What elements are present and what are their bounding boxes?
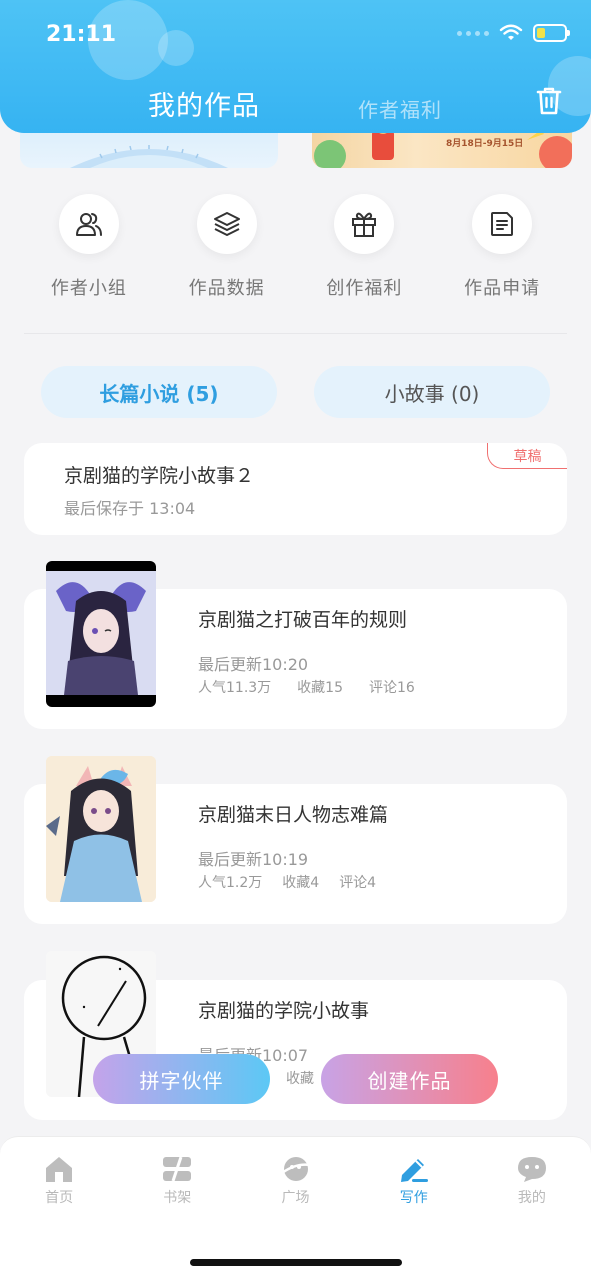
draft-card[interactable]: 京剧猫的学院小故事２ 最后保存于 13:04 草稿 bbox=[24, 443, 567, 535]
cover-illustration bbox=[46, 756, 156, 902]
segment-short-stories[interactable]: 小故事 (0) bbox=[314, 366, 550, 418]
action-label: 作品数据 bbox=[188, 278, 265, 299]
status-time: 21:11 bbox=[46, 22, 117, 47]
signal-icon bbox=[457, 30, 489, 36]
tab-mine[interactable]: 我的 bbox=[473, 1137, 591, 1228]
home-indicator-area bbox=[0, 1228, 591, 1280]
layers-icon bbox=[213, 212, 240, 236]
decor-bubble bbox=[158, 30, 194, 66]
work-popularity: 人气1.2万 bbox=[198, 875, 263, 891]
work-updated: 最后更新10:20 bbox=[198, 655, 309, 674]
work-stats: 收藏 bbox=[286, 1068, 314, 1088]
work-comments: 评论4 bbox=[339, 875, 377, 891]
draft-saved-time: 最后保存于 13:04 bbox=[64, 499, 196, 518]
group-icon bbox=[75, 213, 102, 236]
draft-title: 京剧猫的学院小故事２ bbox=[64, 465, 255, 487]
work-popularity: 人气11.3万 bbox=[198, 680, 272, 696]
bookshelf-icon bbox=[163, 1156, 192, 1182]
work-favorites: 收藏15 bbox=[297, 680, 343, 696]
tab-label: 我的 bbox=[517, 1190, 546, 1206]
work-title: 京剧猫末日人物志难篇 bbox=[198, 804, 389, 826]
tab-square[interactable]: 广场 bbox=[236, 1137, 354, 1228]
spelling-partner-button[interactable]: 拼字伙伴 bbox=[93, 1054, 270, 1104]
home-icon bbox=[46, 1157, 73, 1182]
work-cover[interactable] bbox=[46, 756, 156, 902]
trash-icon[interactable] bbox=[535, 86, 563, 116]
action-creation-benefits[interactable]: 创作福利 bbox=[296, 194, 434, 300]
document-icon bbox=[491, 212, 514, 236]
top-header: 21:11 我的作品 作者福利 bbox=[0, 0, 591, 133]
work-stats: 人气11.3万 收藏15 评论16 bbox=[198, 677, 415, 697]
action-work-application[interactable]: 作品申请 bbox=[433, 194, 571, 300]
action-work-data[interactable]: 作品数据 bbox=[158, 194, 296, 300]
action-label: 作者小组 bbox=[50, 278, 127, 299]
work-title: 京剧猫之打破百年的规则 bbox=[198, 609, 408, 631]
status-icons bbox=[457, 24, 570, 42]
create-work-button[interactable]: 创建作品 bbox=[321, 1054, 498, 1104]
action-circle bbox=[334, 194, 395, 254]
action-label: 创作福利 bbox=[326, 278, 403, 299]
work-title: 京剧猫的学院小故事 bbox=[198, 1000, 370, 1022]
tab-label: 广场 bbox=[281, 1190, 310, 1206]
work-favorites: 收藏 bbox=[286, 1071, 314, 1087]
tab-label: 写作 bbox=[399, 1190, 428, 1206]
quick-actions: 作者小组 作品数据 创作福利 作品申请 bbox=[20, 194, 571, 300]
chat-bubble-icon bbox=[517, 1157, 546, 1182]
segment-long-novels[interactable]: 长篇小说 (5) bbox=[41, 366, 277, 418]
cover-illustration bbox=[46, 571, 156, 695]
wifi-icon bbox=[499, 24, 523, 40]
action-circle bbox=[196, 194, 257, 254]
action-author-group[interactable]: 作者小组 bbox=[20, 194, 158, 300]
work-cover[interactable] bbox=[46, 561, 156, 707]
tab-write[interactable]: 写作 bbox=[355, 1137, 473, 1228]
pen-icon bbox=[400, 1159, 428, 1182]
home-indicator[interactable] bbox=[190, 1259, 402, 1266]
bottom-tab-bar: 首页 书架 广场 写作 我的 bbox=[0, 1136, 591, 1228]
battery-icon bbox=[533, 24, 570, 42]
work-favorites: 收藏4 bbox=[282, 875, 320, 891]
action-circle bbox=[58, 194, 119, 254]
tab-label: 书架 bbox=[163, 1190, 192, 1206]
tab-my-works[interactable]: 我的作品 bbox=[148, 84, 260, 123]
event-date: 8月18日-9月15日 bbox=[446, 139, 524, 149]
planet-icon bbox=[280, 1157, 310, 1181]
work-stats: 人气1.2万 收藏4 评论4 bbox=[198, 872, 376, 892]
tab-home[interactable]: 首页 bbox=[0, 1137, 118, 1228]
action-circle bbox=[472, 194, 533, 254]
draft-badge: 草稿 bbox=[487, 443, 567, 469]
gift-icon bbox=[352, 212, 377, 237]
divider bbox=[24, 333, 567, 334]
action-label: 作品申请 bbox=[464, 278, 541, 299]
tab-author-benefits[interactable]: 作者福利 bbox=[358, 94, 442, 123]
tab-bookshelf[interactable]: 书架 bbox=[118, 1137, 236, 1228]
work-updated: 最后更新10:19 bbox=[198, 850, 309, 869]
work-comments: 评论16 bbox=[369, 680, 415, 696]
tab-label: 首页 bbox=[45, 1190, 74, 1206]
